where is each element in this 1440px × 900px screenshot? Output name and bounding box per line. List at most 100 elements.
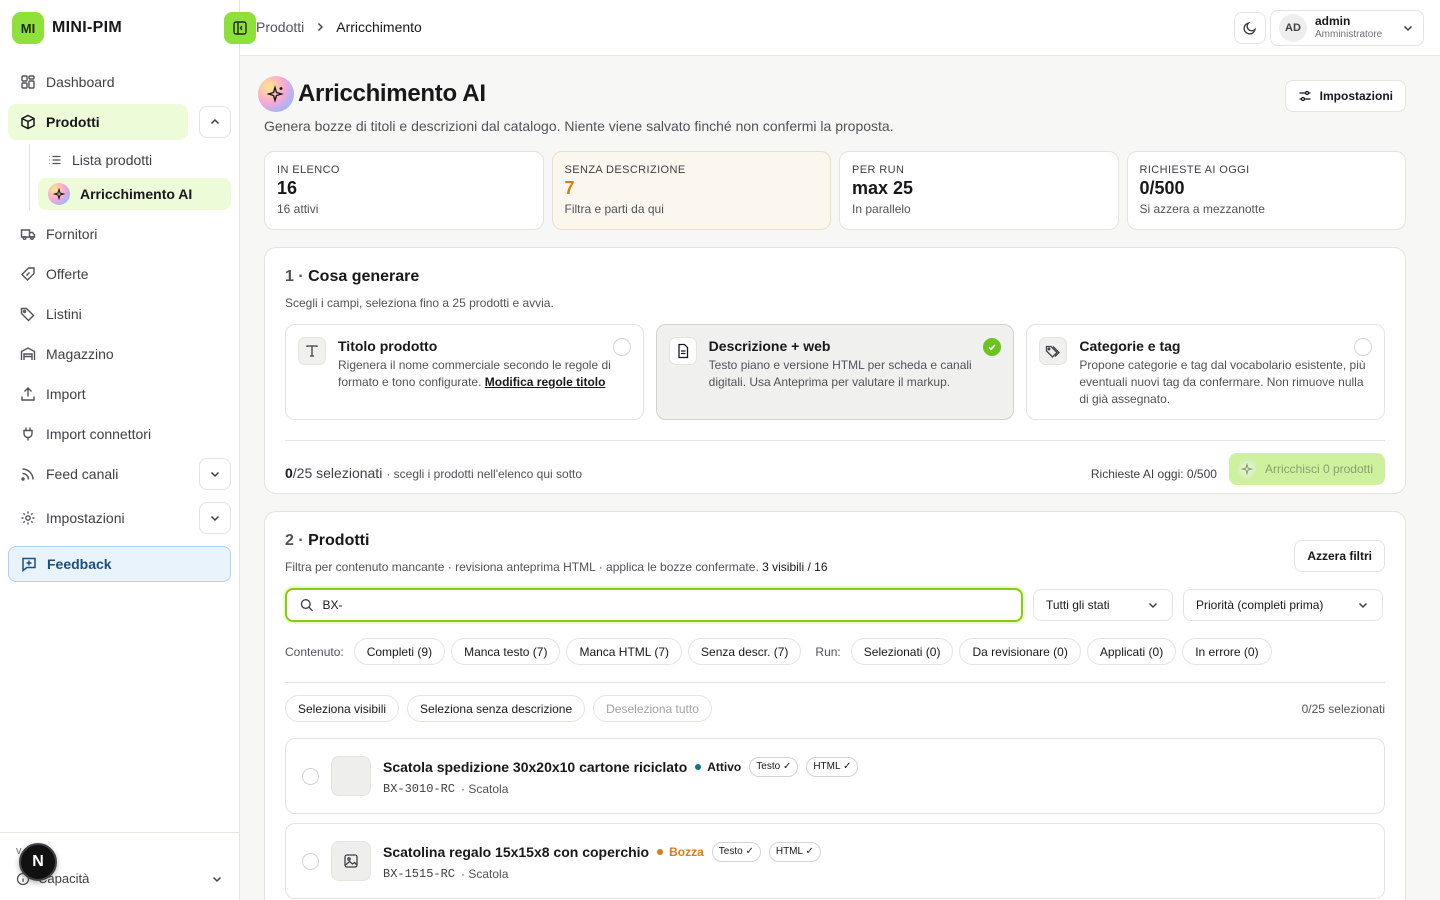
gear-icon — [21, 511, 35, 525]
dashboard-icon — [21, 75, 35, 89]
sub-item-label: Arricchimento AI — [80, 186, 193, 202]
product-name[interactable]: Scatola spedizione 30x20x10 cartone rici… — [383, 759, 687, 775]
stat-value: 7 — [564, 178, 575, 198]
option-descrizione-web[interactable]: Descrizione + web Testo piano e versione… — [655, 324, 1015, 420]
sidebar-item-fornitori[interactable]: Fornitori — [8, 216, 231, 252]
sidebar-item-prodotti[interactable]: Prodotti — [8, 104, 188, 140]
option-titolo-prodotto[interactable]: Titolo prodotto Rigenera il nome commerc… — [285, 324, 644, 420]
product-sku: BX-1515-RC — [383, 866, 456, 881]
deselect-all-button[interactable]: Deseleziona tutto — [593, 695, 712, 722]
chip-senza-descr[interactable]: Senza descr. (7) — [688, 638, 802, 665]
brand-name: MINI-PIM — [52, 19, 122, 36]
filter-chips: Contenuto: Completi (9) Manca testo (7) … — [285, 638, 1385, 683]
brand-logo: MI — [12, 12, 44, 44]
status-select[interactable]: Tutti gli stati — [1033, 589, 1173, 621]
chevron-down-icon[interactable] — [210, 872, 224, 886]
user-name: admin — [1315, 14, 1351, 28]
chip-completi[interactable]: Completi (9) — [353, 638, 446, 665]
status-dot — [695, 763, 702, 770]
sliders-icon — [1299, 90, 1311, 102]
sidebar-item-listini[interactable]: Listini — [8, 296, 231, 332]
section-title: 2 · Prodotti — [285, 532, 1385, 550]
chip-manca-html[interactable]: Manca HTML (7) — [566, 638, 683, 665]
chevron-down-icon — [1358, 602, 1368, 609]
select-no-description-button[interactable]: Seleziona senza descrizione — [407, 695, 586, 722]
prodotti-collapse-button[interactable] — [199, 106, 231, 138]
chip-selezionati[interactable]: Selezionati (0) — [850, 638, 954, 665]
sidebar-item-feed-canali[interactable]: Feed canali — [8, 456, 231, 492]
sidebar-item-offerte[interactable]: Offerte — [8, 256, 231, 292]
stat-label: RICHIESTE AI OGGI — [1139, 164, 1250, 176]
settings-label: Impostazioni — [1319, 89, 1393, 103]
theme-toggle-button[interactable] — [1234, 12, 1266, 44]
tag-testo: Testo ✓ — [711, 841, 761, 862]
status-dot — [657, 848, 664, 855]
row-select-radio[interactable] — [302, 852, 319, 870]
n-floating-badge[interactable]: N — [19, 843, 57, 881]
breadcrumb-prodotti[interactable]: Prodotti — [256, 19, 304, 35]
sort-select[interactable]: Priorità (completi prima) — [1183, 589, 1383, 621]
sidebar-item-magazzino[interactable]: Magazzino — [8, 336, 231, 372]
stat-richieste-ai: RICHIESTE AI OGGI 0/500 Si azzera a mezz… — [1126, 151, 1406, 230]
chip-manca-testo[interactable]: Manca testo (7) — [451, 638, 561, 665]
row-select-radio[interactable] — [302, 767, 319, 785]
section-subtitle-text: Filtra per contenuto mancante · revision… — [285, 560, 759, 574]
option-radio[interactable] — [1354, 338, 1373, 356]
product-name[interactable]: Scatolina regalo 15x15x8 con coperchio — [383, 844, 649, 860]
brand[interactable]: MI MINI-PIM — [0, 0, 239, 56]
tag-html: HTML ✓ — [768, 841, 821, 862]
user-menu[interactable]: AD admin Amministratore — [1270, 10, 1424, 46]
search-field[interactable] — [285, 588, 1023, 622]
sidebar-toggle-button[interactable] — [224, 12, 256, 44]
stat-hint: 16 attivi — [277, 202, 319, 216]
section-title: 1 · Cosa generare — [285, 268, 1385, 286]
avatar: AD — [1279, 14, 1307, 42]
sparkle-icon — [1236, 459, 1257, 479]
plug-icon — [23, 427, 33, 441]
reset-filters-button[interactable]: Azzera filtri — [1294, 540, 1385, 572]
select-visible-button[interactable]: Seleziona visibili — [285, 695, 400, 722]
text-type-icon — [298, 337, 326, 365]
chip-applicati[interactable]: Applicati (0) — [1086, 638, 1177, 665]
sidebar-item-arricchimento-ai[interactable]: Arricchimento AI — [38, 178, 231, 210]
chevron-right-icon — [318, 23, 324, 31]
search-icon — [300, 599, 314, 612]
option-radio[interactable] — [612, 338, 631, 356]
tags-icon — [1039, 337, 1068, 365]
sidebar-item-import-connettori[interactable]: Import connettori — [8, 416, 231, 452]
search-input[interactable] — [322, 598, 1009, 612]
product-row[interactable]: Scatola spedizione 30x20x10 cartone rici… — [285, 738, 1385, 814]
selection-footer: 0/25 selezionati · scegli i prodotti nel… — [285, 440, 1385, 485]
option-desc: Rigenera il nome commerciale secondo le … — [338, 357, 631, 391]
sidebar-item-feedback[interactable]: Feedback — [8, 546, 231, 582]
settings-button[interactable]: Impostazioni — [1284, 80, 1406, 112]
sidebar: MI MINI-PIM Dashboard Prodotti Lista pro… — [0, 0, 240, 900]
sidebar-item-import[interactable]: Import — [8, 376, 231, 412]
enrich-button[interactable]: Arricchisci 0 prodotti — [1228, 453, 1385, 485]
option-desc: Testo piano e versione HTML per scheda e… — [708, 358, 972, 389]
sparkle-icon — [48, 183, 70, 205]
chevron-down-icon — [210, 515, 220, 522]
impostazioni-expand-button[interactable] — [199, 502, 231, 534]
sidebar-item-dashboard[interactable]: Dashboard — [8, 64, 231, 100]
sort-select-value: Priorità (completi prima) — [1196, 598, 1324, 612]
selected-num: 0 — [285, 465, 293, 481]
sidebar-nav: Dashboard Prodotti Lista prodotti Arricc… — [0, 56, 239, 594]
status-badge: Attivo — [695, 760, 741, 774]
section-number: 1 · — [285, 268, 304, 285]
feed-canali-expand-button[interactable] — [199, 458, 231, 490]
edit-title-rules-link[interactable]: Modifica regole titolo — [485, 375, 606, 389]
section-cosa-generare: 1 · Cosa generare Scegli i campi, selezi… — [264, 247, 1406, 494]
topbar: Prodotti Arricchimento AD admin Amminist… — [224, 0, 1440, 56]
sidebar-item-impostazioni[interactable]: Impostazioni — [8, 500, 231, 536]
option-categorie-tag[interactable]: Categorie e tag Propone categorie e tag … — [1026, 324, 1386, 420]
product-row[interactable]: Scatolina regalo 15x15x8 con coperchio B… — [285, 823, 1385, 899]
truck-icon — [20, 229, 36, 240]
message-plus-icon — [22, 557, 36, 572]
sidebar-item-lista-prodotti[interactable]: Lista prodotti — [38, 144, 231, 176]
chip-da-revisionare[interactable]: Da revisionare (0) — [959, 638, 1081, 665]
chip-in-errore[interactable]: In errore (0) — [1182, 638, 1272, 665]
stat-senza-descrizione[interactable]: SENZA DESCRIZIONE 7 Filtra e parti da qu… — [551, 151, 831, 230]
run-filter-label: Run: — [815, 644, 841, 659]
tag-testo: Testo ✓ — [749, 756, 799, 777]
